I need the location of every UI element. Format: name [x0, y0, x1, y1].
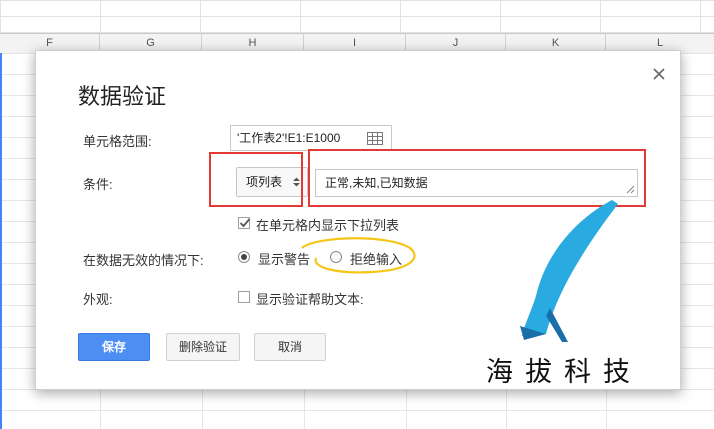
- radio-selected-dot: [241, 254, 247, 260]
- yellow-circle-annotation: [301, 237, 416, 274]
- show-dropdown-checkbox[interactable]: [238, 217, 251, 229]
- selected-column-indicator: [0, 53, 2, 429]
- criteria-type-select[interactable]: 项列表: [236, 167, 308, 197]
- show-dropdown-label: 在单元格内显示下拉列表: [256, 218, 400, 233]
- show-warning-radio[interactable]: [238, 251, 250, 263]
- range-label: 单元格范围:: [83, 134, 152, 149]
- dialog-title: 数据验证: [78, 84, 167, 109]
- updown-arrows-icon: [293, 177, 300, 187]
- close-icon[interactable]: [650, 65, 668, 83]
- criteria-label: 条件:: [83, 177, 113, 192]
- help-text-checkbox[interactable]: [238, 291, 250, 303]
- appearance-label: 外观:: [83, 292, 113, 307]
- brand-watermark-text: 海拔科技: [486, 357, 642, 388]
- range-value: '工作表2'!E1:E1000: [237, 131, 341, 145]
- criteria-type-value: 项列表: [246, 175, 283, 189]
- brand-logo-icon: [520, 200, 618, 342]
- sheet-rows-above: [0, 0, 714, 33]
- save-button[interactable]: 保存: [78, 333, 150, 361]
- criteria-values-input[interactable]: 正常,未知,已知数据: [315, 169, 638, 197]
- cancel-button[interactable]: 取消: [254, 333, 326, 361]
- criteria-values-text: 正常,未知,已知数据: [325, 176, 428, 190]
- grid-select-icon[interactable]: [367, 132, 383, 145]
- help-text-label: 显示验证帮助文本:: [256, 292, 364, 307]
- checkmark-icon: [239, 218, 251, 228]
- range-input[interactable]: '工作表2'!E1:E1000: [230, 125, 392, 151]
- remove-validation-button[interactable]: 删除验证: [166, 333, 240, 361]
- resize-handle-icon[interactable]: [626, 185, 635, 194]
- invalid-data-label: 在数据无效的情况下:: [83, 253, 204, 268]
